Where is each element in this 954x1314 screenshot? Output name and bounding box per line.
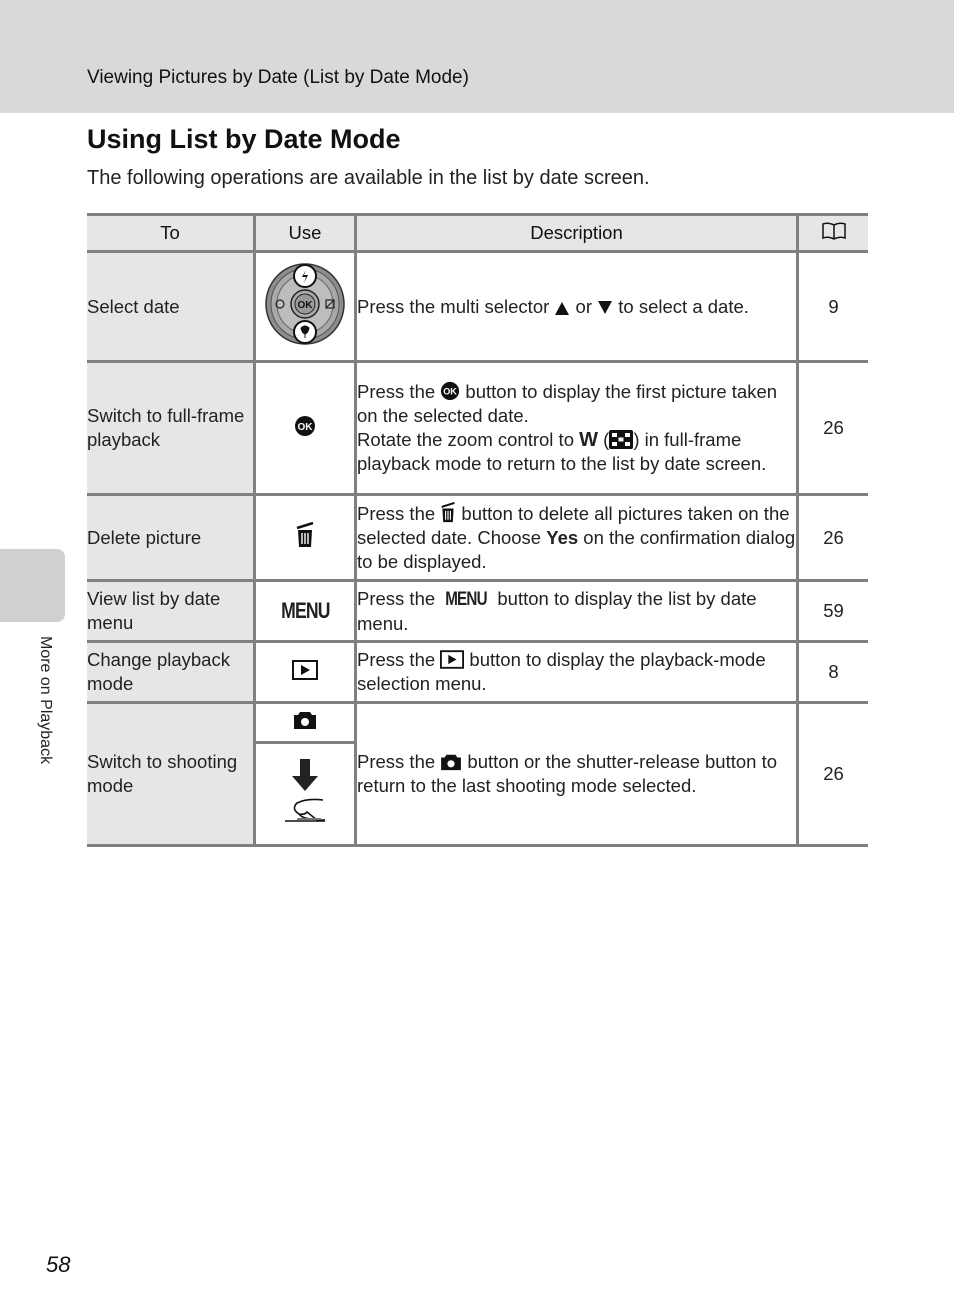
row-description: Press the multi selector or to select a …	[354, 250, 799, 363]
playback-button-icon	[292, 659, 318, 680]
yes-option-label: Yes	[546, 526, 579, 548]
ok-button-icon: OK	[295, 415, 315, 436]
playback-button-icon	[440, 650, 465, 669]
table-row: Change playback mode Press the button to…	[87, 640, 868, 704]
row-to: Delete picture	[87, 493, 256, 582]
row-reference: 9	[796, 250, 868, 363]
operations-table: To Use Description Select date OK Press …	[87, 213, 868, 847]
multi-selector-icon: OK	[265, 263, 345, 345]
row-to: View list by date menu	[87, 579, 256, 643]
table-row: Switch to full-frame playback OK Press t…	[87, 360, 868, 496]
chapter-tab	[0, 549, 65, 622]
header-to: To	[87, 213, 256, 253]
thumbnail-icon	[609, 430, 634, 449]
row-reference: 26	[796, 360, 868, 496]
page-number: 58	[46, 1252, 71, 1277]
camera-icon	[294, 712, 316, 729]
header-band	[0, 0, 954, 113]
zoom-w-label: W	[579, 429, 599, 451]
camera-icon	[441, 754, 462, 771]
row-reference: 59	[796, 579, 868, 643]
row-description: Press the button or the shutter-release …	[354, 701, 799, 847]
row-description: Press the OK button to display the first…	[354, 360, 799, 496]
row-description: Press the MENU button to display the lis…	[354, 579, 799, 643]
menu-button-icon: MENU	[280, 598, 330, 623]
row-use	[253, 493, 357, 582]
row-to: Select date	[87, 250, 256, 363]
ok-button-icon: OK	[441, 381, 460, 401]
section-title: Viewing Pictures by Date (List by Date M…	[87, 67, 469, 88]
table-row: Switch to shooting mode Press the button…	[87, 701, 868, 847]
up-triangle-icon	[555, 301, 570, 315]
svg-text:OK: OK	[298, 422, 314, 433]
row-to: Change playback mode	[87, 640, 256, 704]
row-description: Press the button to delete all pictures …	[354, 493, 799, 582]
header-use: Use	[253, 213, 357, 253]
row-reference: 26	[796, 701, 868, 847]
shutter-release-press-icon	[285, 758, 325, 822]
header-description: Description	[354, 213, 799, 253]
row-use: OK	[253, 360, 357, 496]
trash-icon	[296, 521, 314, 547]
intro-text: The following operations are available i…	[87, 167, 650, 189]
row-to: Switch to shooting mode	[87, 701, 256, 847]
row-use: MENU	[253, 579, 357, 643]
page-title: Using List by Date Mode	[87, 124, 401, 154]
row-reference: 26	[796, 493, 868, 582]
down-triangle-icon	[598, 300, 613, 314]
svg-text:OK: OK	[298, 300, 314, 311]
row-use	[253, 640, 357, 704]
table-row: Delete picture Press the button to delet…	[87, 493, 868, 582]
table-row: View list by date menu MENU Press the ME…	[87, 579, 868, 643]
trash-icon	[441, 501, 455, 522]
row-use: OK	[253, 250, 357, 363]
row-description: Press the button to display the playback…	[354, 640, 799, 704]
svg-text:OK: OK	[443, 387, 457, 397]
row-reference: 8	[796, 640, 868, 704]
row-to: Switch to full-frame playback	[87, 360, 256, 496]
row-use-shutter	[254, 741, 356, 847]
chapter-tab-label: More on Playback	[37, 636, 54, 765]
row-use-camera	[253, 701, 357, 744]
table-row: Select date OK Press the multi selector …	[87, 250, 868, 363]
book-icon	[821, 221, 846, 240]
menu-button-icon: MENU	[445, 588, 488, 610]
table-header-row: To Use Description	[87, 213, 868, 253]
header-reference	[796, 213, 868, 253]
